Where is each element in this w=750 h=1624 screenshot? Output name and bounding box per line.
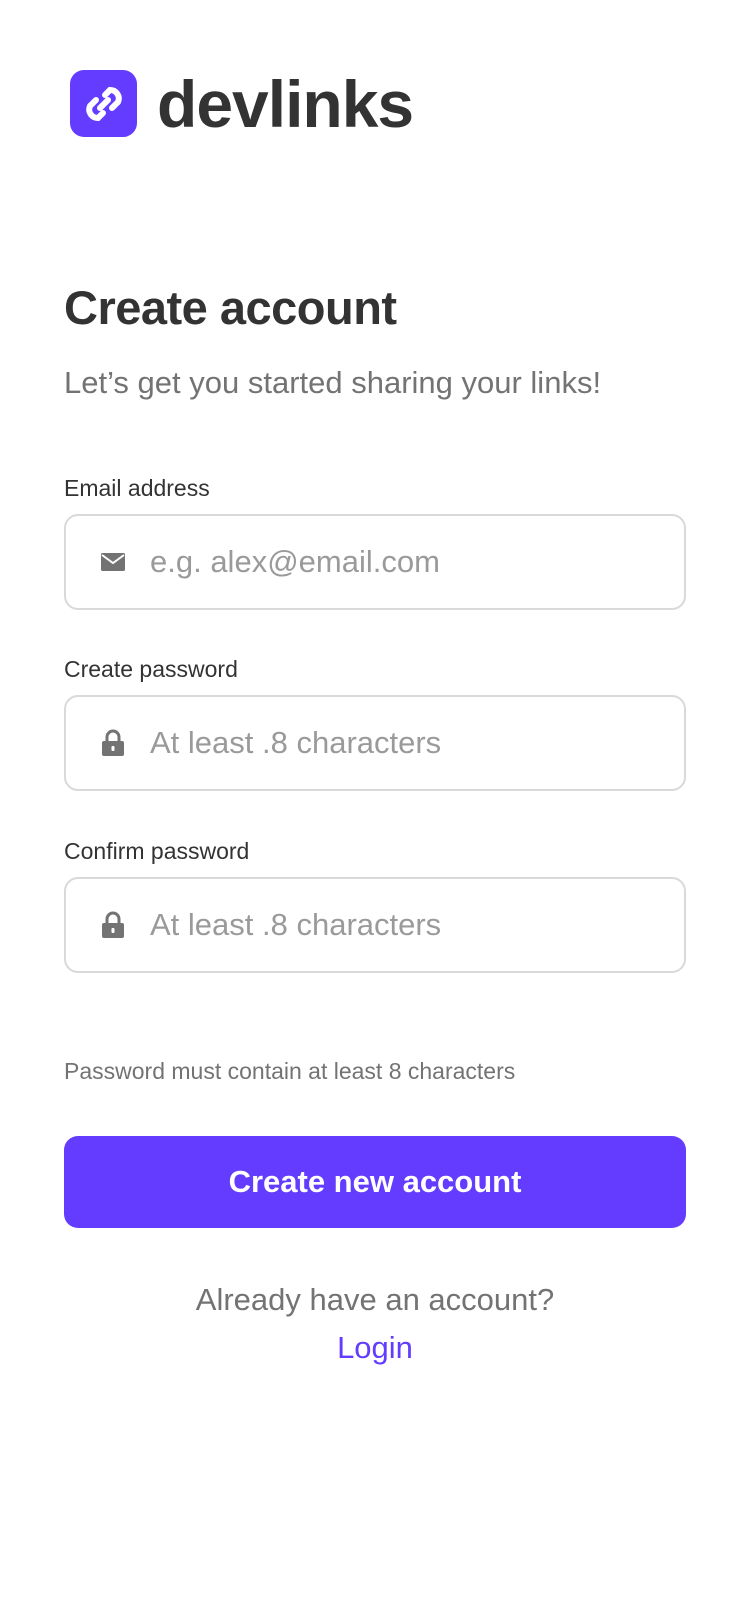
create-password-input[interactable] [150, 725, 650, 761]
brand-name: devlinks [157, 66, 414, 141]
password-hint: Password must contain at least 8 charact… [64, 1058, 516, 1084]
link-icon [70, 70, 137, 137]
signup-page: devlinks Create account Let’s get you st… [0, 0, 750, 1624]
page-title: Create account [64, 281, 397, 334]
create-password-label: Create password [64, 656, 238, 682]
confirm-password-input[interactable] [150, 907, 650, 943]
confirm-password-field-container[interactable] [64, 877, 686, 973]
email-label: Email address [64, 475, 210, 501]
lock-icon [98, 728, 128, 758]
app-logo: devlinks [70, 66, 414, 141]
mail-icon [98, 547, 128, 577]
email-input[interactable] [150, 544, 650, 580]
confirm-password-label: Confirm password [64, 838, 250, 864]
login-prompt: Already have an account? [195, 1282, 555, 1317]
page-subtitle: Let’s get you started sharing your links… [64, 365, 602, 400]
login-link[interactable]: Login [0, 1329, 750, 1366]
email-field-container[interactable] [64, 514, 686, 610]
create-password-field-container[interactable] [64, 695, 686, 791]
lock-icon [98, 910, 128, 940]
create-account-button[interactable]: Create new account [64, 1136, 686, 1228]
